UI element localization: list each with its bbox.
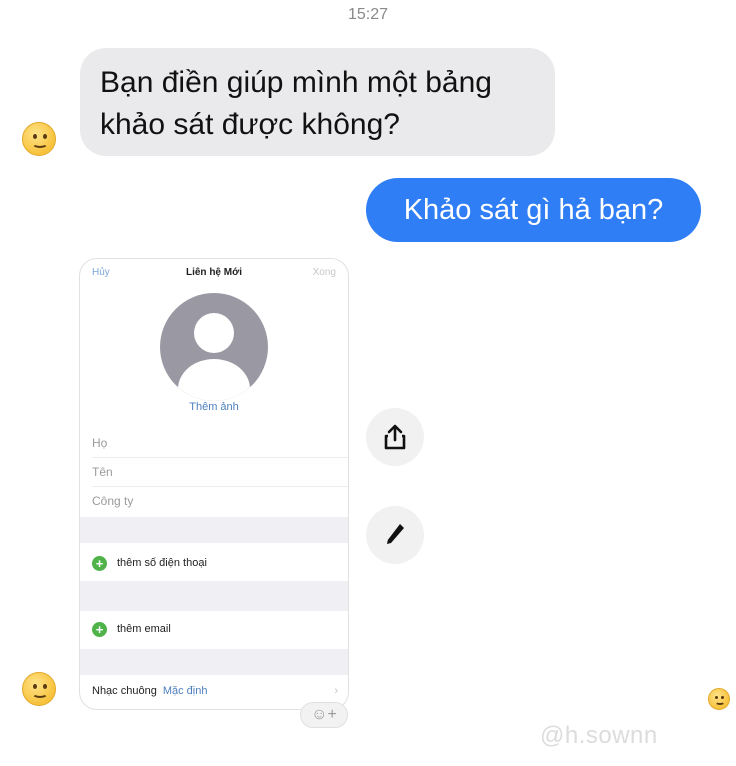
add-phone-label: thêm số điện thoại bbox=[117, 557, 207, 569]
chevron-right-icon: › bbox=[334, 685, 338, 697]
new-contact-title: Liên hệ Mới bbox=[185, 267, 242, 278]
pencil-icon bbox=[387, 524, 404, 544]
contact-avatar-placeholder bbox=[160, 293, 268, 401]
share-icon bbox=[384, 424, 406, 450]
outgoing-message-bubble[interactable]: Khảo sát gì hả bạn? bbox=[366, 178, 701, 242]
watermark-text: @h.sownn bbox=[540, 722, 658, 749]
section-divider bbox=[80, 581, 348, 611]
incoming-message-bubble[interactable]: Bạn điền giúp mình một bảng khảo sát đượ… bbox=[80, 48, 555, 156]
done-label: Xong bbox=[312, 267, 336, 278]
add-reaction-button[interactable]: ☺+ bbox=[300, 702, 348, 728]
message-timestamp: 15:27 bbox=[347, 6, 389, 23]
seen-emoji bbox=[708, 688, 730, 710]
sender-avatar-emoji bbox=[22, 122, 56, 156]
add-email-row: + thêm email bbox=[92, 619, 171, 639]
ringtone-value: Mặc định bbox=[162, 685, 208, 697]
add-photo-label: Thêm ảnh bbox=[189, 401, 239, 413]
add-email-plus-icon: + bbox=[92, 621, 107, 637]
section-divider bbox=[80, 517, 348, 543]
add-email-label: thêm email bbox=[117, 623, 171, 635]
last-name-field: Họ bbox=[92, 429, 348, 458]
add-phone-row: + thêm số điện thoại bbox=[92, 553, 207, 573]
ringtone-row: Nhạc chuông Mặc định › bbox=[92, 685, 338, 697]
section-divider bbox=[80, 649, 348, 675]
read-receipt-emoji bbox=[22, 672, 56, 706]
ringtone-label: Nhạc chuông bbox=[92, 685, 157, 697]
shared-contact-screenshot[interactable]: Hủy Liên hệ Mới Xong Thêm ảnh Họ Tên Côn… bbox=[79, 258, 349, 710]
first-name-field: Tên bbox=[92, 458, 348, 487]
share-button[interactable] bbox=[366, 408, 424, 466]
edit-button[interactable] bbox=[366, 506, 424, 564]
new-contact-nav-bar: Hủy Liên hệ Mới Xong bbox=[80, 259, 348, 289]
company-field: Công ty bbox=[92, 494, 134, 508]
add-phone-plus-icon: + bbox=[92, 555, 107, 571]
